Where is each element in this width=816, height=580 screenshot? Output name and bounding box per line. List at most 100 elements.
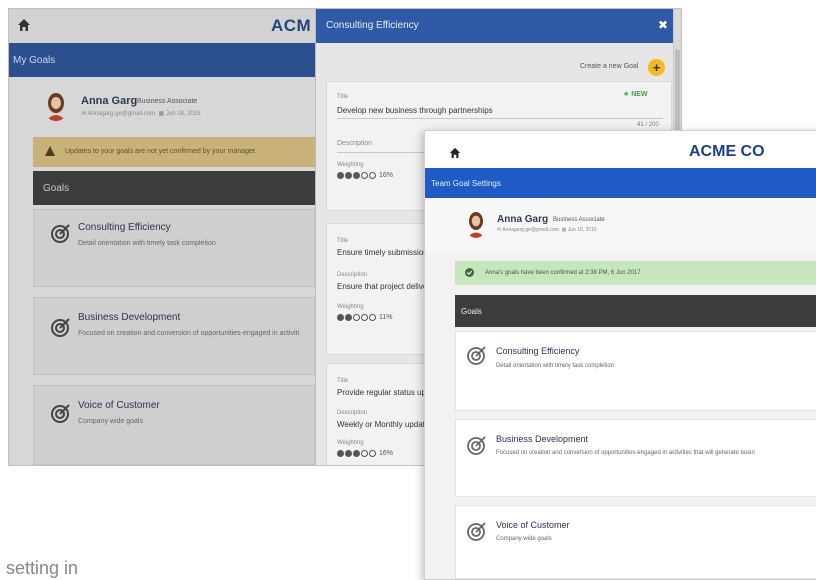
user-role: Business Associate [553,217,605,223]
weight-dot[interactable] [337,314,344,321]
goal-card[interactable]: Consulting Efficiency Detail orientation… [455,331,816,411]
weight-dot[interactable] [337,172,344,179]
goal-card[interactable]: Business Development Focused on creation… [33,297,315,375]
title-input[interactable]: Develop new business through partnership… [337,106,657,115]
mail-icon: ✉ [497,227,502,233]
weight-dot[interactable] [369,172,376,179]
user-email: ✉ Annagarg.ge@gmail.com ▦ Jun 18, 2016 [81,110,201,117]
description-label: Description [337,140,373,147]
confirmation-text: Anna's goals have been confirmed at 2:38… [485,270,641,276]
goal-title: Consulting Efficiency [78,222,171,233]
goal-title: Voice of Customer [78,400,160,411]
avatar [465,210,487,238]
date-text: Jun 18, 2016 [567,227,597,233]
goals-header: Goals [33,171,315,205]
user-name: Anna Garg [81,95,138,107]
success-banner: Anna's goals have been confirmed at 2:38… [455,261,816,285]
home-icon[interactable] [449,147,461,159]
mail-icon: ✉ [81,111,87,117]
weight-dot[interactable] [345,172,352,179]
calendar-icon: ▦ [158,111,165,117]
user-name: Anna Garg [497,214,549,225]
goal-description: Focused on creation and conversion of op… [78,330,300,337]
new-badge: ★ NEW [623,91,648,98]
weight-dot[interactable] [345,314,352,321]
weighting-rating[interactable]: 16% [337,172,393,179]
top-bar: ACME CO [425,131,816,168]
title-label: Title [337,94,349,100]
goal-title: Voice of Customer [496,520,570,530]
goal-title: Consulting Efficiency [496,346,580,356]
weight-dot[interactable] [345,450,352,457]
close-icon[interactable]: ✖ [658,18,668,32]
email-text: Annagarg.ge@gmail.com [502,227,559,233]
char-counter: 41 / 200 [637,122,659,128]
goal-card[interactable]: Voice of Customer Company wide goals [455,505,816,579]
goal-title: Business Development [78,312,181,323]
target-icon [467,436,486,455]
weight-dot[interactable] [353,450,360,457]
title-label: Title [337,238,349,244]
goal-description: Company wide goals [496,536,552,542]
weighting-label: Weighting [337,440,364,446]
goal-description: Detail orientation with timely task comp… [496,363,615,369]
weighting-rating[interactable]: 11% [337,314,393,321]
description-input[interactable]: Weekly or Monthly update [337,420,437,429]
home-icon[interactable] [17,18,31,32]
weight-dot[interactable] [361,450,368,457]
modal-title: Consulting Efficiency [326,20,419,31]
weighting-percent: 11% [379,314,393,321]
weight-dot[interactable] [369,314,376,321]
user-profile: Anna Garg Business Associate ✉ Annagarg.… [425,198,816,253]
email-text: Annagarg.ge@gmail.com [87,111,156,117]
weighting-rating[interactable]: 16% [337,450,393,457]
create-goal-label[interactable]: Create a new Goal [580,63,638,70]
target-icon [51,224,70,243]
brand-logo: ACME CO [689,143,765,160]
user-email: ✉ Annagarg.ge@gmail.com ▦ Jun 18, 2016 [497,227,597,233]
warning-text: Updates to your goals are not yet confir… [65,148,257,155]
weight-dot[interactable] [361,172,368,179]
target-icon [467,522,486,541]
weight-dot[interactable] [337,450,344,457]
weighting-percent: 16% [379,450,394,457]
add-goal-button[interactable]: + [648,59,665,76]
goal-card[interactable]: Business Development Focused on creation… [455,419,816,497]
goals-header: Goals [455,295,816,327]
warning-banner: Updates to your goals are not yet confir… [33,137,315,167]
avatar [43,91,69,121]
brand-logo: ACM [271,16,312,35]
divider [337,118,663,119]
title-input[interactable]: Provide regular status upda [337,388,437,397]
description-label: Description [337,272,368,278]
title-label: Title [337,378,349,384]
goal-description: Detail orientation with timely task comp… [78,240,216,247]
weighting-percent: 16% [379,172,394,179]
weighting-label: Weighting [337,304,364,310]
goal-title: Business Development [496,434,589,444]
weighting-label: Weighting [337,162,364,168]
goal-description: Focused on creation and conversion of op… [496,450,755,456]
weight-dot[interactable] [369,450,376,457]
check-circle-icon [465,268,474,277]
weight-dot[interactable] [353,314,360,321]
goal-card[interactable]: Consulting Efficiency Detail orientation… [33,209,315,287]
target-icon [467,346,486,365]
description-input[interactable]: Ensure that project deliver [337,282,437,291]
description-label: Description [337,410,368,416]
nav-team-goal-settings[interactable]: Team Goal Settings [425,168,816,198]
weight-dot[interactable] [361,314,368,321]
title-input[interactable]: Ensure timely submission c [337,248,437,257]
warning-icon [45,146,55,156]
user-role: Business Associate [137,98,198,105]
user-profile: Anna Garg Business Associate ✉ Annagarg.… [9,77,315,137]
weight-dot[interactable] [353,172,360,179]
calendar-icon: ▦ [561,227,567,233]
target-icon [51,404,70,423]
nav-my-goals[interactable]: My Goals [9,43,315,77]
date-text: Jun 18, 2016 [165,111,201,117]
goal-card[interactable]: Voice of Customer Company wide goals [33,385,315,465]
target-icon [51,318,70,337]
caption-text: setting in [6,558,79,578]
goal-description: Company wide goals [78,418,143,425]
